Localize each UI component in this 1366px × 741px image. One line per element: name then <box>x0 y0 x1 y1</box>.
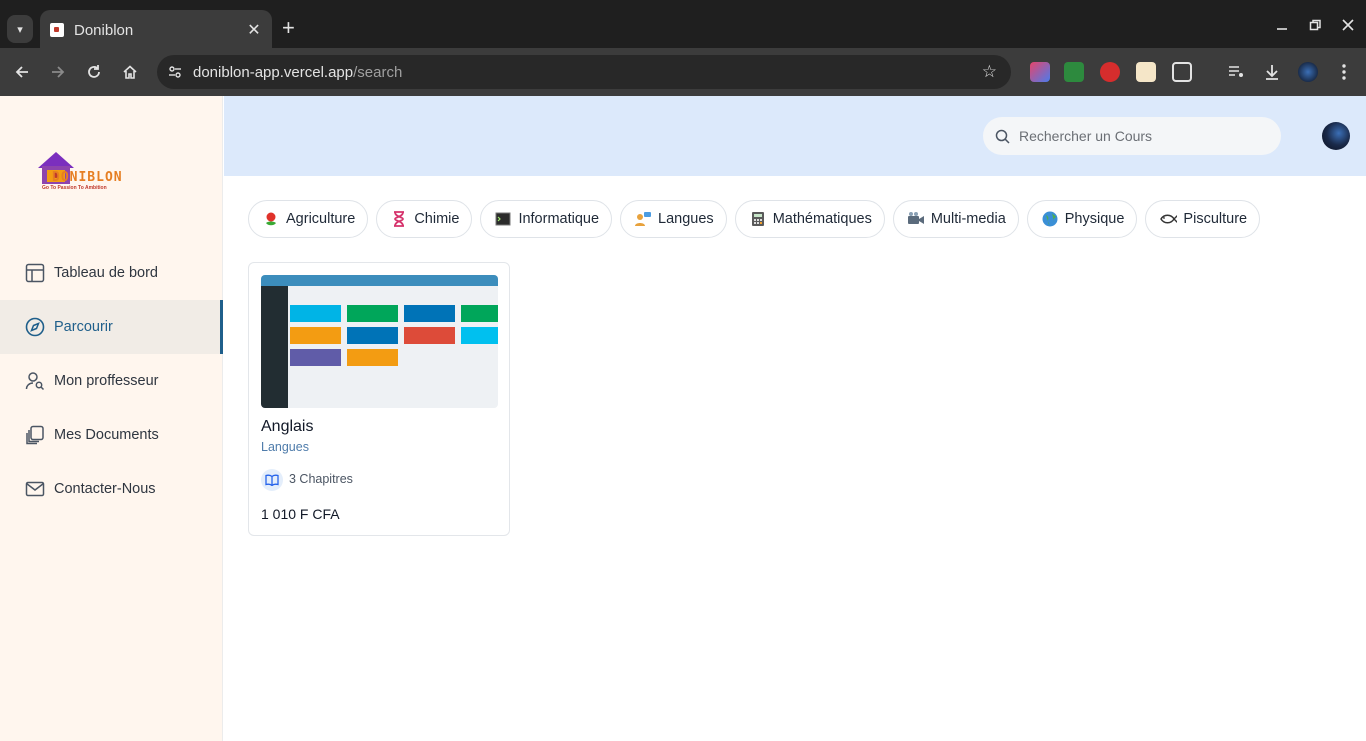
sidebar-item-parcourir[interactable]: Parcourir <box>0 300 223 354</box>
user-search-icon <box>25 372 45 391</box>
dashboard-icon <box>25 263 45 283</box>
category-chip-pisculture[interactable]: Pisculture <box>1145 200 1261 238</box>
tab-close-icon[interactable]: ✕ <box>244 20 264 40</box>
extension-icon[interactable] <box>1030 62 1050 82</box>
chip-label: Mathématiques <box>772 211 872 227</box>
minimize-icon[interactable] <box>1276 18 1288 34</box>
browser-tab[interactable]: Doniblon ✕ <box>40 10 272 50</box>
bookmark-star-icon[interactable]: ☆ <box>982 62 997 82</box>
compass-icon <box>25 317 45 337</box>
calculator-icon <box>749 210 767 228</box>
favicon-icon <box>50 23 64 37</box>
course-title: Anglais <box>261 418 314 435</box>
tab-search-button[interactable]: ▾ <box>7 15 33 43</box>
close-window-icon[interactable] <box>1342 18 1354 34</box>
user-avatar[interactable] <box>1322 122 1350 150</box>
search-input[interactable] <box>1019 128 1259 144</box>
chip-label: Agriculture <box>286 211 356 227</box>
category-chip-mathematiques[interactable]: Mathématiques <box>734 200 885 238</box>
browser-toolbar: doniblon-app.vercel.app/search ☆ <box>0 48 1366 96</box>
sidebar: DONIBLON Go To Passion To Ambition Table… <box>0 96 223 741</box>
category-filters: Agriculture Chimie Informatique Langues … <box>248 200 1261 238</box>
people-chat-icon <box>634 210 652 228</box>
restore-icon[interactable] <box>1309 18 1321 34</box>
terminal-icon <box>494 210 512 228</box>
extension-icon[interactable] <box>1136 62 1156 82</box>
extension-icon[interactable] <box>1064 62 1084 82</box>
reload-icon[interactable] <box>82 60 106 84</box>
sidebar-item-mon-proffesseur[interactable]: Mon proffesseur <box>0 354 223 408</box>
search-icon <box>995 129 1010 144</box>
address-bar[interactable]: doniblon-app.vercel.app/search ☆ <box>157 55 1011 89</box>
course-thumbnail <box>261 275 498 408</box>
sidebar-item-mes-documents[interactable]: Mes Documents <box>0 408 223 462</box>
category-chip-langues[interactable]: Langues <box>620 200 727 238</box>
course-card[interactable]: Anglais Langues 3 Chapitres 1 010 F CFA <box>248 262 510 536</box>
logo-tagline: Go To Passion To Ambition <box>42 185 107 191</box>
sidebar-item-label: Contacter-Nous <box>54 481 156 497</box>
url-path: /search <box>353 63 403 81</box>
category-chip-agriculture[interactable]: Agriculture <box>248 200 369 238</box>
fish-icon <box>1159 210 1178 228</box>
hourglass-icon <box>390 210 408 228</box>
category-chip-multi-media[interactable]: Multi-media <box>892 200 1019 238</box>
forward-icon[interactable] <box>46 60 70 84</box>
chip-label: Chimie <box>414 211 460 227</box>
video-camera-icon <box>907 210 925 228</box>
globe-icon <box>1041 210 1059 228</box>
menu-kebab-icon[interactable] <box>1334 62 1354 82</box>
sidebar-item-label: Mes Documents <box>54 427 159 443</box>
search-box[interactable] <box>983 117 1281 155</box>
chip-label: Multi-media <box>930 211 1006 227</box>
category-chip-physique[interactable]: Physique <box>1026 200 1138 238</box>
sidebar-item-label: Parcourir <box>54 319 113 335</box>
sidebar-item-label: Mon proffesseur <box>54 373 159 389</box>
chip-label: Informatique <box>518 211 600 227</box>
logo-text: DONIBLON <box>52 170 123 185</box>
rose-icon <box>262 210 280 228</box>
profile-avatar-icon[interactable] <box>1298 62 1318 82</box>
media-control-icon[interactable] <box>1226 62 1246 82</box>
chip-label: Physique <box>1064 211 1125 227</box>
category-chip-informatique[interactable]: Informatique <box>480 200 613 238</box>
top-header <box>224 96 1366 176</box>
url-host: doniblon-app.vercel.app <box>193 63 354 81</box>
chip-label: Pisculture <box>1183 211 1248 227</box>
course-price: 1 010 F CFA <box>261 506 340 522</box>
sidebar-item-tableau-de-bord[interactable]: Tableau de bord <box>0 246 223 300</box>
extension-icon[interactable] <box>1100 62 1120 82</box>
category-chip-chimie[interactable]: Chimie <box>376 200 473 238</box>
download-icon[interactable] <box>1262 62 1282 82</box>
mail-icon <box>25 481 45 497</box>
book-open-icon <box>261 469 283 491</box>
course-category: Langues <box>261 440 309 454</box>
back-icon[interactable] <box>10 60 34 84</box>
tab-title: Doniblon <box>74 21 134 39</box>
documents-icon <box>26 425 44 445</box>
extensions-puzzle-icon[interactable] <box>1172 62 1192 82</box>
course-chapters: 3 Chapitres <box>289 472 353 486</box>
new-tab-button[interactable]: + <box>282 16 295 40</box>
site-settings-icon[interactable] <box>167 64 183 80</box>
sidebar-item-contacter-nous[interactable]: Contacter-Nous <box>0 462 223 516</box>
sidebar-item-label: Tableau de bord <box>54 265 158 281</box>
home-icon[interactable] <box>118 60 142 84</box>
chip-label: Langues <box>658 211 714 227</box>
sidebar-nav: Tableau de bord Parcourir Mon proffesseu… <box>0 246 223 516</box>
